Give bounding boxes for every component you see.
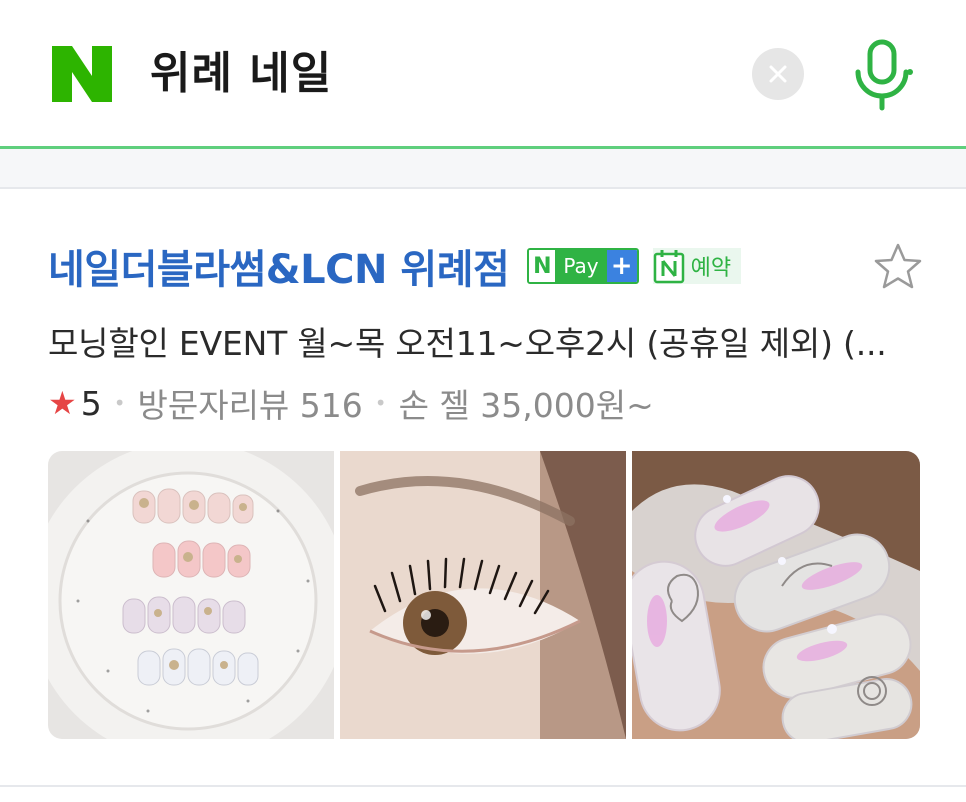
rating-star-icon: ★	[48, 384, 77, 422]
photo-nail-tips[interactable]	[48, 451, 334, 739]
clear-search-button[interactable]	[752, 48, 804, 100]
separator-dot: •	[374, 391, 387, 415]
section-divider	[0, 149, 966, 189]
star-outline-icon	[874, 243, 922, 289]
reservation-label: 예약	[690, 256, 732, 281]
place-name-link[interactable]: 네일더블라썸&LCN 위례점	[48, 237, 510, 295]
search-input[interactable]: 위례 네일	[150, 44, 332, 104]
place-description: 모닝할인 EVENT 월~목 오전11~오후2시 (공휴일 제외) (...	[48, 324, 887, 363]
bookmark-star-button[interactable]	[872, 241, 924, 293]
place-meta: ★ 5 • 방문자리뷰 516 • 손 젤 35,000원~	[48, 379, 654, 427]
npay-label: Pay	[555, 250, 607, 282]
place-title-row: 네일더블라썸&LCN 위례점 N Pay + 예약	[48, 241, 742, 293]
visitor-review-count[interactable]: 방문자리뷰 516	[137, 379, 362, 427]
rating-value: 5	[80, 383, 102, 423]
separator-dot: •	[113, 391, 126, 415]
npay-badge: N Pay +	[527, 248, 639, 284]
photo-eyelash[interactable]	[340, 451, 626, 739]
photo-decorated-nails[interactable]	[632, 451, 920, 739]
reservation-badge[interactable]: 예약	[652, 248, 742, 284]
naver-logo-icon[interactable]	[50, 44, 114, 104]
close-icon	[769, 65, 787, 83]
npay-plus-icon: +	[606, 250, 637, 282]
calendar-icon	[653, 250, 684, 284]
search-bar: 위례 네일	[0, 0, 966, 146]
price-info: 손 젤 35,000원~	[398, 386, 654, 425]
microphone-icon	[855, 39, 913, 111]
npay-n-icon: N	[529, 250, 556, 282]
voice-search-button[interactable]	[850, 38, 914, 112]
place-card[interactable]: 네일더블라썸&LCN 위례점 N Pay + 예약 모닝할인 EVENT 월~목…	[0, 189, 966, 789]
photo-grid	[48, 451, 920, 739]
card-bottom-divider	[0, 785, 966, 787]
